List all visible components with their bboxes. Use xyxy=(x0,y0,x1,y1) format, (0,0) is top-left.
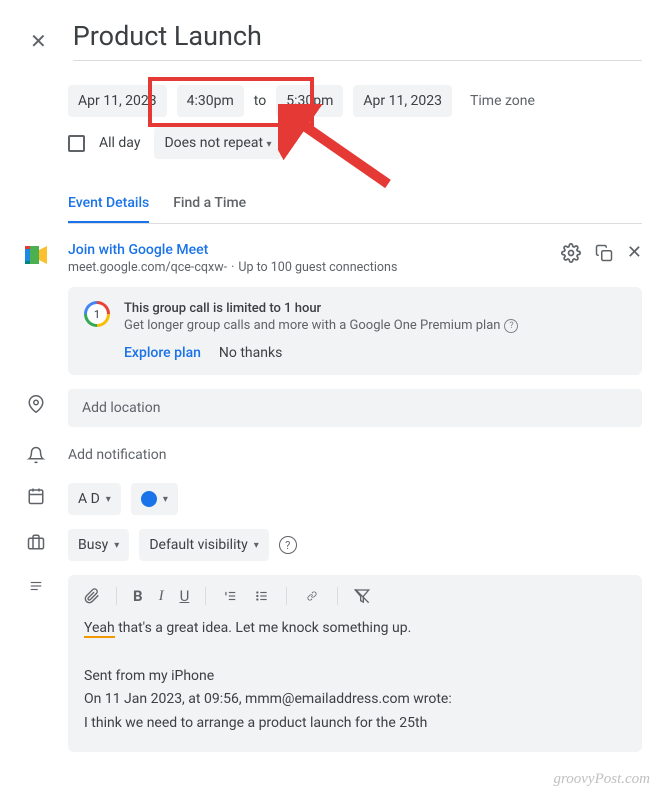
description-icon xyxy=(24,575,48,593)
meet-settings-icon[interactable] xyxy=(561,243,581,263)
chevron-down-icon: ▾ xyxy=(254,540,259,551)
visibility-help-icon[interactable]: ? xyxy=(279,536,297,554)
calendar-owner-dropdown[interactable]: A D ▾ xyxy=(68,483,121,515)
calendar-icon xyxy=(24,483,48,505)
description-text[interactable]: Yeah that's a great idea. Let me knock s… xyxy=(84,617,626,736)
notification-icon xyxy=(24,441,48,465)
availability-dropdown[interactable]: Busy ▾ xyxy=(68,529,129,561)
google-one-info-card: 1 This group call is limited to 1 hour G… xyxy=(68,287,642,375)
description-editor[interactable]: B I U xyxy=(68,575,642,752)
tabs: Event Details Find a Time xyxy=(68,195,642,224)
link-icon[interactable] xyxy=(303,591,321,601)
visibility-label: Default visibility xyxy=(149,537,247,553)
end-date[interactable]: Apr 11, 2023 xyxy=(353,85,452,117)
clear-formatting-icon[interactable] xyxy=(354,588,370,604)
google-one-icon: 1 xyxy=(84,301,110,327)
start-date[interactable]: Apr 11, 2023 xyxy=(68,85,167,117)
repeat-dropdown[interactable]: Does not repeat ▾ xyxy=(154,127,281,159)
event-title-input[interactable]: Product Launch xyxy=(73,20,642,61)
copy-meet-icon[interactable] xyxy=(595,244,613,262)
bold-icon[interactable]: B xyxy=(133,587,143,605)
end-time[interactable]: 5:30pm xyxy=(276,85,343,117)
attach-icon[interactable] xyxy=(84,587,100,605)
all-day-label: All day xyxy=(99,135,140,151)
location-input[interactable]: Add location xyxy=(68,389,642,427)
repeat-label: Does not repeat xyxy=(164,135,263,151)
chevron-down-icon: ▾ xyxy=(163,494,168,505)
briefcase-icon xyxy=(24,529,48,551)
bullet-list-icon[interactable] xyxy=(254,589,270,603)
join-meet-link[interactable]: Join with Google Meet xyxy=(68,242,397,258)
watermark: groovyPost.com xyxy=(553,771,650,788)
chevron-down-icon: ▾ xyxy=(114,540,119,551)
color-dropdown[interactable]: ▾ xyxy=(131,483,178,515)
location-icon xyxy=(24,389,48,415)
close-icon[interactable]: ✕ xyxy=(24,25,53,57)
remove-meet-icon[interactable]: ✕ xyxy=(627,242,642,263)
underline-icon[interactable]: U xyxy=(180,587,190,605)
description-toolbar: B I U xyxy=(84,587,626,605)
chevron-down-icon: ▾ xyxy=(106,494,111,505)
tab-find-time[interactable]: Find a Time xyxy=(173,195,246,223)
italic-icon[interactable]: I xyxy=(159,588,164,605)
add-notification-button[interactable]: Add notification xyxy=(68,441,642,469)
availability-label: Busy xyxy=(78,537,108,553)
help-icon[interactable]: ? xyxy=(504,319,518,333)
no-thanks-button[interactable]: No thanks xyxy=(219,345,282,361)
all-day-checkbox[interactable] xyxy=(68,135,85,152)
to-label: to xyxy=(254,93,266,109)
numbered-list-icon[interactable] xyxy=(222,589,238,603)
explore-plan-button[interactable]: Explore plan xyxy=(124,345,201,361)
tab-event-details[interactable]: Event Details xyxy=(68,195,149,223)
chevron-down-icon: ▾ xyxy=(267,139,272,150)
google-meet-icon xyxy=(24,242,48,264)
color-swatch xyxy=(141,491,157,507)
visibility-dropdown[interactable]: Default visibility ▾ xyxy=(139,529,268,561)
calendar-owner-label: A D xyxy=(78,491,100,507)
meet-url-label: meet.google.com/qce-cqxw-·Up to 100 gues… xyxy=(68,260,397,275)
info-card-sub: Get longer group calls and more with a G… xyxy=(124,318,626,333)
timezone-button[interactable]: Time zone xyxy=(470,93,535,109)
start-time[interactable]: 4:30pm xyxy=(177,85,244,117)
info-card-title: This group call is limited to 1 hour xyxy=(124,301,626,316)
